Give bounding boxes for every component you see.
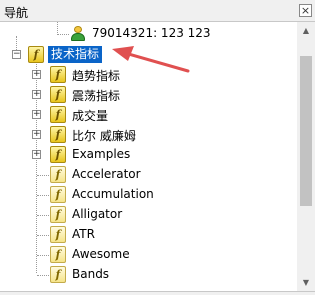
annotation-arrow-icon — [112, 46, 190, 73]
